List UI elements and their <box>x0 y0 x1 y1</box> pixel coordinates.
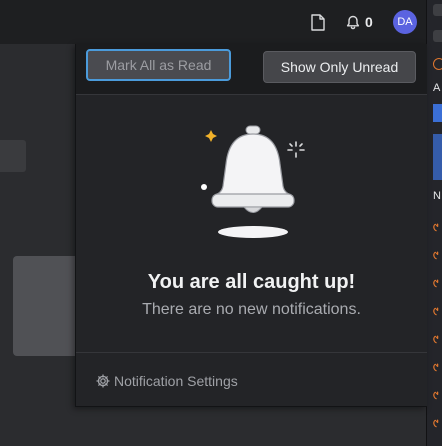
bell-illustration-icon <box>196 122 306 244</box>
right-panel-selection <box>433 104 442 122</box>
avatar[interactable]: DA <box>393 10 417 34</box>
right-panel-control <box>433 30 442 42</box>
list-marker-icon: ୯ <box>433 390 439 402</box>
list-marker-icon: ୯ <box>433 334 439 346</box>
notification-count: 0 <box>365 14 373 30</box>
right-side-panel: A N ୯ ୯ ୯ ୯ ୯ ୯ ୯ ୯ <box>426 0 442 446</box>
list-marker-icon: ୯ <box>433 222 439 234</box>
right-panel-label-n: N <box>433 190 441 202</box>
mark-all-read-button[interactable]: Mark All as Read <box>86 49 231 81</box>
list-marker-icon: ୯ <box>433 250 439 262</box>
empty-state-title: You are all caught up! <box>147 271 356 293</box>
right-panel-label-a: A <box>433 82 441 94</box>
background-strip <box>0 140 26 172</box>
document-icon[interactable] <box>308 10 328 34</box>
notifications-button[interactable]: 0 <box>346 10 373 34</box>
background-card <box>13 256 75 356</box>
dropdown-header: Mark All as Read Show Only Unread <box>76 44 427 95</box>
bell-icon <box>346 15 360 30</box>
show-only-unread-button[interactable]: Show Only Unread <box>263 51 416 83</box>
list-marker-icon: ୯ <box>433 362 439 374</box>
top-bar: 0 DA <box>0 0 426 44</box>
notification-settings-label: Notification Settings <box>114 373 238 389</box>
right-panel-thumbnail <box>433 134 442 180</box>
gear-icon <box>96 374 110 388</box>
dropdown-footer: Notification Settings <box>76 352 427 407</box>
list-marker-icon: ୯ <box>433 306 439 318</box>
notifications-dropdown: Mark All as Read Show Only Unread You ar… <box>75 44 427 407</box>
list-marker-icon: ୯ <box>433 418 439 430</box>
list-marker-icon: ୯ <box>433 278 439 290</box>
notification-settings-link[interactable]: Notification Settings <box>96 373 238 389</box>
empty-state-subtitle: There are no new notifications. <box>142 301 361 318</box>
record-icon <box>433 58 442 70</box>
right-panel-handle <box>433 4 442 16</box>
